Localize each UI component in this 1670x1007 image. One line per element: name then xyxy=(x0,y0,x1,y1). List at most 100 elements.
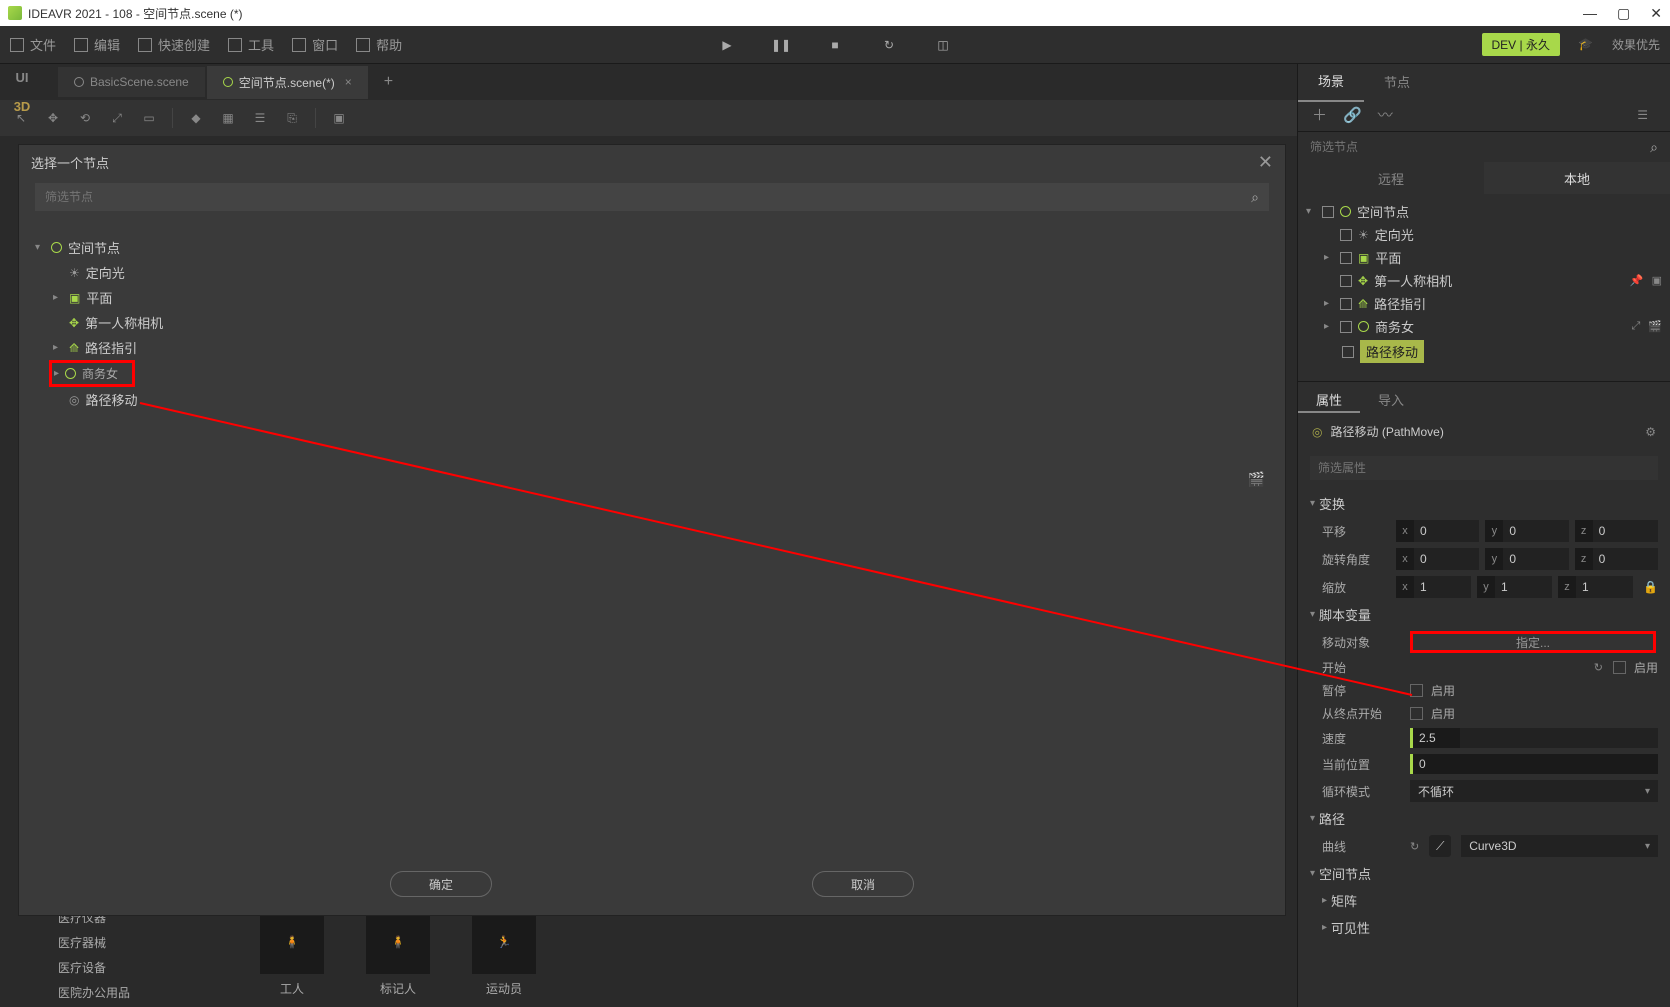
section-spatial[interactable]: ▾空间节点 xyxy=(1310,860,1658,887)
section-path[interactable]: ▾路径 xyxy=(1310,805,1658,832)
tab-spatial-scene[interactable]: 空间节点.scene(*)× xyxy=(207,66,368,99)
dialog-ok-button[interactable]: 确定 xyxy=(390,871,492,897)
st-woman[interactable]: ▸商务女⤢🎬 xyxy=(1306,315,1662,338)
start-checkbox[interactable] xyxy=(1613,661,1626,674)
menu-help[interactable]: 帮助 xyxy=(356,35,402,54)
curve-icon[interactable]: ⟋ xyxy=(1429,835,1451,857)
tab-add-button[interactable]: + xyxy=(370,73,407,91)
link-tool-icon[interactable]: ⎘ xyxy=(283,109,301,127)
capture-button[interactable]: ◫ xyxy=(936,38,950,52)
cam-icon[interactable]: ▣ xyxy=(1652,274,1662,287)
props-tab-properties[interactable]: 属性 xyxy=(1298,382,1360,413)
speed-value[interactable]: 2.5 xyxy=(1410,728,1460,748)
st-pathmove-selected[interactable]: 路径移动 xyxy=(1306,338,1662,365)
refresh-icon[interactable]: ↻ xyxy=(1410,840,1419,853)
visibility-icon[interactable] xyxy=(1322,206,1334,218)
tab-basic-scene[interactable]: BasicScene.scene xyxy=(58,67,205,97)
scale-z[interactable]: z1 xyxy=(1558,576,1633,598)
rail-ui-button[interactable]: UI xyxy=(16,70,29,85)
tab-close-button[interactable]: × xyxy=(345,75,352,89)
st-plane[interactable]: ▸▣平面 xyxy=(1306,246,1662,269)
perf-mode[interactable]: 效果优先 xyxy=(1612,36,1660,53)
st-path[interactable]: ▸⟰路径指引 xyxy=(1306,292,1662,315)
rotate-tool-icon[interactable]: ⟲ xyxy=(76,109,94,127)
subtab-local[interactable]: 本地 xyxy=(1484,162,1670,194)
dialog-close-button[interactable]: ✕ xyxy=(1258,152,1273,173)
grid-tool-icon[interactable]: ▦ xyxy=(219,109,237,127)
tree-node-path[interactable]: ▸⟰路径指引 xyxy=(35,335,1269,360)
tree-node-woman-highlighted[interactable]: ▸商务女 xyxy=(49,360,135,387)
list-tool-icon[interactable]: ☰ xyxy=(251,109,269,127)
menu-tools[interactable]: 工具 xyxy=(228,35,274,54)
visibility-icon[interactable] xyxy=(1340,275,1352,287)
subtab-remote[interactable]: 远程 xyxy=(1298,162,1484,194)
refresh-icon[interactable]: ↻ xyxy=(1594,661,1603,674)
play-button[interactable]: ▶ xyxy=(720,38,734,52)
asset-cat[interactable]: 医院办公用品 xyxy=(58,984,130,1001)
maximize-button[interactable]: ▢ xyxy=(1617,5,1630,22)
dialog-search[interactable]: ⌕ xyxy=(35,183,1269,211)
speed-slider[interactable] xyxy=(1460,728,1658,748)
add-icon[interactable]: ＋ xyxy=(1312,104,1327,125)
section-transform[interactable]: ▾变换 xyxy=(1310,490,1658,517)
lock-icon[interactable]: 🔒 xyxy=(1639,580,1658,594)
link-icon[interactable]: 🔗 xyxy=(1343,106,1362,124)
expand-icon[interactable]: ⤢ xyxy=(1631,320,1640,333)
translate-z[interactable]: z0 xyxy=(1575,520,1658,542)
cur-pos-field[interactable]: 0 xyxy=(1410,754,1658,774)
visibility-icon[interactable] xyxy=(1340,252,1352,264)
st-light[interactable]: ☀定向光 xyxy=(1306,223,1662,246)
scale-x[interactable]: x1 xyxy=(1396,576,1471,598)
menu-window[interactable]: 窗口 xyxy=(292,35,338,54)
tree-node-root[interactable]: ▾空间节点 xyxy=(35,235,1269,260)
pin-icon[interactable]: 📌 xyxy=(1630,274,1644,287)
visibility-icon[interactable] xyxy=(1340,298,1352,310)
scale-tool-icon[interactable]: ⤢ xyxy=(108,109,126,127)
pause-button[interactable]: ❚❚ xyxy=(774,38,788,52)
dialog-cancel-button[interactable]: 取消 xyxy=(812,871,914,897)
tree-node-camera[interactable]: ✥第一人称相机 xyxy=(35,310,1269,335)
asset-item[interactable]: 🧍工人 xyxy=(260,910,324,997)
scene-search-input[interactable] xyxy=(1310,140,1650,154)
tree-node-light[interactable]: ☀定向光 xyxy=(35,260,1269,285)
rotate-z[interactable]: z0 xyxy=(1575,548,1658,570)
st-camera[interactable]: ✥第一人称相机📌▣ xyxy=(1306,269,1662,292)
tree-node-pathmove[interactable]: ◎路径移动 xyxy=(35,387,1269,412)
panel-tab-node[interactable]: 节点 xyxy=(1364,62,1430,101)
from-end-checkbox[interactable] xyxy=(1410,707,1423,720)
snap-tool-icon[interactable]: ◆ xyxy=(187,109,205,127)
prop-search-input[interactable] xyxy=(1310,456,1658,480)
move-tool-icon[interactable]: ✥ xyxy=(44,109,62,127)
asset-item[interactable]: 🏃运动员 xyxy=(472,910,536,997)
open-icon[interactable]: 🎬 xyxy=(1648,320,1662,333)
curve-dropdown[interactable]: Curve3D▾ xyxy=(1461,835,1658,857)
menu-quick-create[interactable]: 快速创建 xyxy=(138,35,210,54)
section-script-vars[interactable]: ▾脚本变量 xyxy=(1310,601,1658,628)
scale-y[interactable]: y1 xyxy=(1477,576,1552,598)
translate-x[interactable]: x0 xyxy=(1396,520,1479,542)
menu-file[interactable]: 文件 xyxy=(10,35,56,54)
menu-icon[interactable]: ☰ xyxy=(1637,108,1656,122)
rect-tool-icon[interactable]: ▭ xyxy=(140,109,158,127)
menu-edit[interactable]: 编辑 xyxy=(74,35,120,54)
rail-3d-button[interactable]: 3D xyxy=(14,99,31,114)
panel-tab-scene[interactable]: 场景 xyxy=(1298,61,1364,102)
section-visibility[interactable]: ▸可见性 xyxy=(1310,914,1658,941)
grad-cap-icon[interactable]: 🎓 xyxy=(1578,37,1594,53)
visibility-icon[interactable] xyxy=(1340,229,1352,241)
visibility-icon[interactable] xyxy=(1342,346,1354,358)
path-icon[interactable]: 〰 xyxy=(1378,104,1393,125)
asset-cat[interactable]: 医疗设备 xyxy=(58,959,130,976)
settings-icon[interactable]: ⚙ xyxy=(1645,425,1656,439)
stop-button[interactable]: ■ xyxy=(828,38,842,52)
minimize-button[interactable]: — xyxy=(1583,5,1597,22)
translate-y[interactable]: y0 xyxy=(1485,520,1568,542)
pause-checkbox[interactable] xyxy=(1410,684,1423,697)
close-button[interactable]: ✕ xyxy=(1650,5,1662,22)
visibility-icon[interactable] xyxy=(1340,321,1352,333)
st-root[interactable]: ▾空间节点 xyxy=(1306,200,1662,223)
camera-tool-icon[interactable]: ▣ xyxy=(330,109,348,127)
rotate-y[interactable]: y0 xyxy=(1485,548,1568,570)
section-matrix[interactable]: ▸矩阵 xyxy=(1310,887,1658,914)
dialog-search-input[interactable] xyxy=(45,190,1251,204)
